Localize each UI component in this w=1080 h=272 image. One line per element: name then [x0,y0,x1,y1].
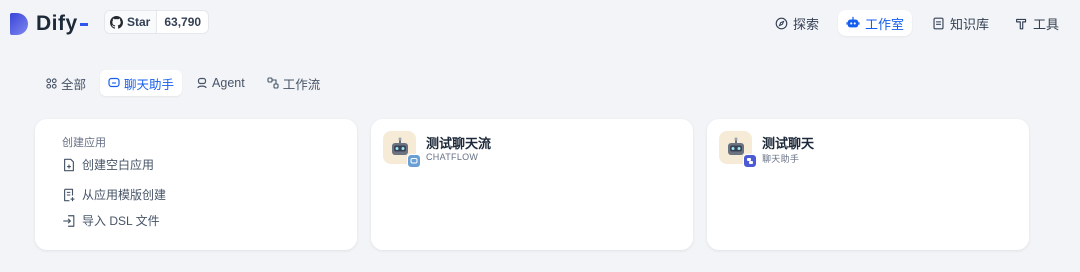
chat-badge-icon [743,154,757,168]
import-dsl-button[interactable]: 导入 DSL 文件 [62,212,160,229]
create-item-label: 创建空白应用 [82,158,155,172]
github-star-label[interactable]: Star [105,11,158,33]
workflow-icon [267,77,279,89]
logo-text: Dify [36,12,78,35]
tab-agent[interactable]: Agent [188,70,253,96]
template-icon [64,188,75,201]
agent-icon [197,77,207,89]
star-label: Star [127,15,151,29]
app-type: CHATFLOW [426,152,479,162]
app-type: 聊天助手 [762,154,800,164]
app-name: 测试聊天流 [426,136,492,151]
chat-icon [108,77,120,88]
create-app-title: 创建应用 [62,137,106,149]
nav-label: 工作室 [865,16,905,32]
tab-label: 聊天助手 [124,77,175,92]
nav-label: 探索 [793,16,820,32]
nav-knowledge[interactable]: 知识库 [924,10,997,36]
app-card[interactable]: 测试聊天流 CHATFLOW [371,119,693,250]
tab-chat-assistant[interactable]: 聊天助手 [100,70,183,96]
create-blank-app-button[interactable]: 创建空白应用 [62,156,154,173]
github-star-button[interactable]: Star 63,790 [104,10,210,34]
tab-label: Agent [212,76,245,90]
nav-tools[interactable]: 工具 [1007,10,1067,36]
app-avatar [719,131,757,168]
github-icon [110,15,123,29]
create-item-label: 从应用模版创建 [82,188,167,202]
app-avatar [383,131,421,168]
book-icon [933,17,944,29]
create-app-card: 创建应用 创建空白应用 从应用模版创建 导入 DSL 文件 [35,119,357,250]
robot-icon [846,16,860,28]
file-plus-icon [64,158,74,171]
app-card[interactable]: 测试聊天 聊天助手 [707,119,1029,250]
nav-label: 知识库 [950,16,990,32]
tab-all[interactable]: 全部 [38,70,94,96]
tab-label: 工作流 [282,77,321,92]
grid-icon [46,77,57,89]
create-item-label: 导入 DSL 文件 [82,214,160,228]
category-tabs: 全部 聊天助手 Agent 工作流 [38,70,334,96]
nav-label: 工具 [1033,16,1060,32]
logo-underscore [79,22,88,26]
hammer-icon [1016,18,1027,29]
nav-explore[interactable]: 探索 [767,10,827,36]
tab-label: 全部 [61,77,87,92]
nav-studio[interactable]: 工作室 [838,10,913,36]
top-bar: Dify Star 63,790 探索 工作室 知识库 工具 [0,0,1080,46]
app-name: 测试聊天 [762,136,815,151]
star-count[interactable]: 63,790 [157,11,208,33]
compass-icon [775,17,788,29]
logo-mark [10,13,28,35]
import-icon [63,214,75,227]
dify-logo[interactable]: Dify [10,12,88,36]
create-from-template-button[interactable]: 从应用模版创建 [62,186,166,203]
chatflow-badge-icon [407,154,421,168]
tab-workflow[interactable]: 工作流 [259,70,329,96]
